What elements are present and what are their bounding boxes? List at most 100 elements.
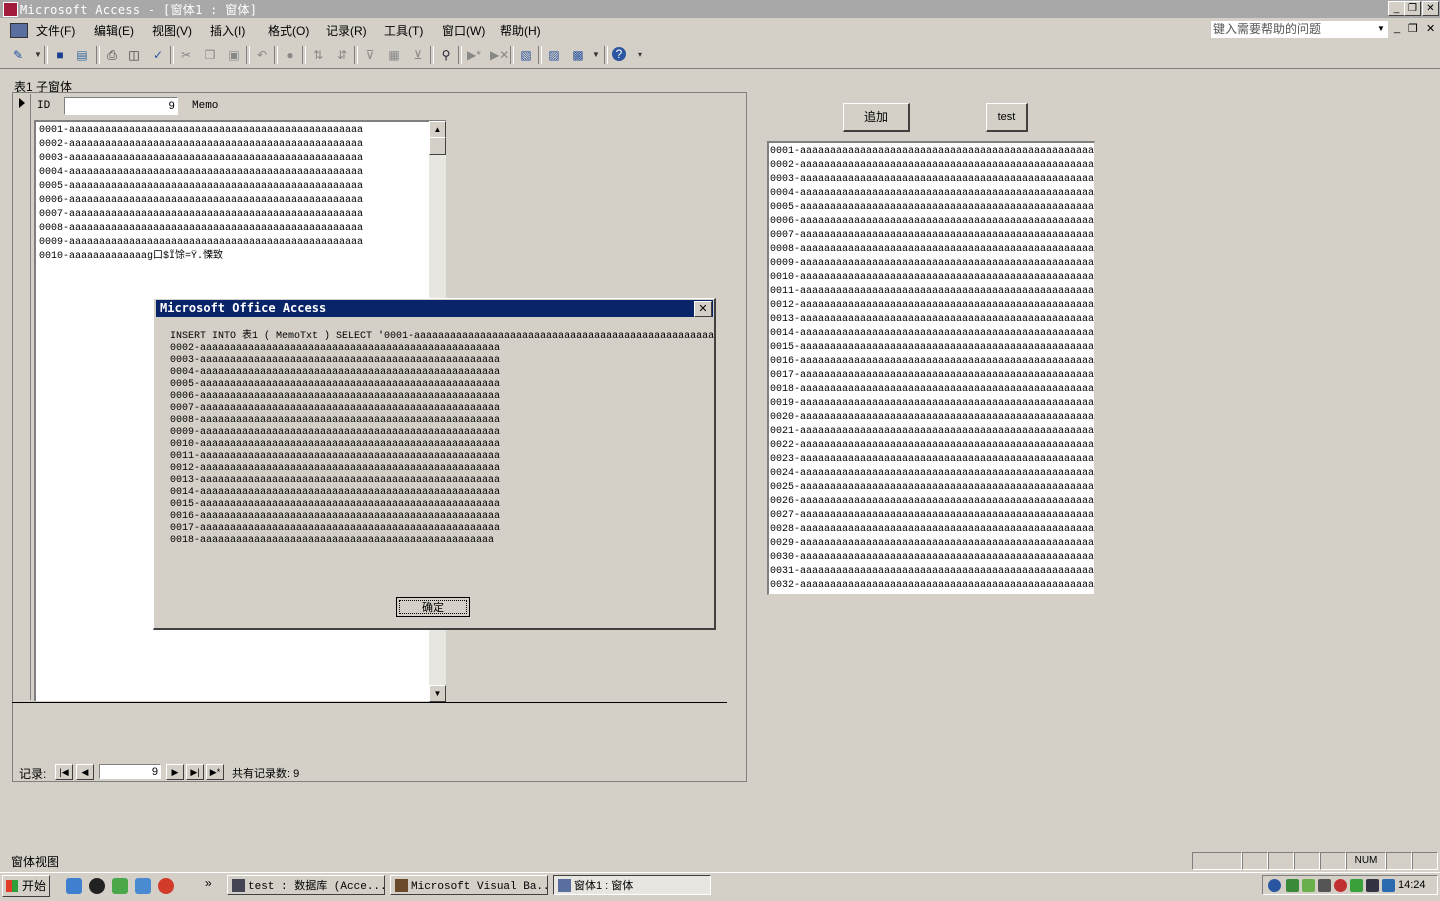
paste-icon[interactable]: ▣ [226,47,242,63]
add-button[interactable]: 追加 [843,103,910,132]
dialog-message-line: 0018-aaaaaaaaaaaaaaaaaaaaaaaaaaaaaaaaaaa… [170,535,495,546]
copy-icon[interactable]: ❐ [202,47,218,63]
record-selector[interactable] [14,94,31,700]
menu-window[interactable]: 窗口(W) [442,22,485,39]
spelling-icon[interactable]: ✓ [150,47,166,63]
quicklaunch-more-icon[interactable]: » [205,876,212,890]
toolbar-options-icon[interactable]: ▾ [632,47,648,63]
messenger-tray-icon[interactable] [1302,879,1315,892]
dialog-message-line: 0016-aaaaaaaaaaaaaaaaaaaaaaaaaaaaaaaaaaa… [170,511,501,522]
menu-edit[interactable]: 编辑(E) [94,22,134,39]
dialog-message-line: 0008-aaaaaaaaaaaaaaaaaaaaaaaaaaaaaaaaaaa… [170,415,501,426]
menu-tools[interactable]: 工具(T) [384,22,423,39]
menu-records[interactable]: 记录(R) [326,22,367,39]
new-record-icon[interactable]: ▶* [466,47,482,63]
help-tray-icon[interactable] [1268,879,1281,892]
access-app-icon[interactable] [3,2,18,17]
status-cell [1192,852,1242,870]
menu-format[interactable]: 格式(O) [268,22,309,39]
scroll-down-icon[interactable]: ▼ [429,685,446,702]
scroll-up-icon[interactable]: ▲ [429,121,446,138]
result-line: 0013-aaaaaaaaaaaaaaaaaaaaaaaaaaaaaaaaaaa… [770,314,1095,325]
weibo-icon[interactable] [158,878,174,894]
menu-view[interactable]: 视图(V) [152,22,192,39]
dialog-close-button[interactable]: ✕ [694,301,712,317]
display-icon[interactable] [1382,879,1395,892]
menu-help[interactable]: 帮助(H) [500,22,541,39]
hyperlink-icon[interactable]: ● [282,47,298,63]
find-icon[interactable]: ⚲ [438,47,454,63]
previous-record-button[interactable]: ◀ [76,764,94,780]
last-record-button[interactable]: ▶| [186,764,204,780]
memo-line: 0007-aaaaaaaaaaaaaaaaaaaaaaaaaaaaaaaaaaa… [39,209,364,220]
task-form[interactable]: 窗体1 : 窗体 [553,875,711,895]
ok-button[interactable]: 确定 [396,597,470,617]
toolbar-separator [44,46,48,64]
result-line: 0012-aaaaaaaaaaaaaaaaaaaaaaaaaaaaaaaaaaa… [770,300,1095,311]
restore-button[interactable]: ❐ [1404,1,1421,16]
status-cell [1294,852,1320,870]
scroll-thumb[interactable] [429,137,446,155]
qq-icon[interactable] [89,878,105,894]
first-record-button[interactable]: |◀ [55,764,73,780]
properties-icon[interactable]: ▧ [518,47,534,63]
sort-ascending-icon[interactable]: ⇅ [310,47,326,63]
task-database[interactable]: test : 数据库 (Acce... [227,875,385,895]
people-icon[interactable] [1318,879,1331,892]
dialog-message-line: 0004-aaaaaaaaaaaaaaaaaaaaaaaaaaaaaaaaaaa… [170,367,501,378]
menu-insert[interactable]: 插入(I) [210,22,245,39]
explorer-icon[interactable] [135,878,151,894]
network-icon[interactable] [1286,879,1299,892]
shield-icon[interactable] [1350,879,1363,892]
help-search-input[interactable]: 键入需要帮助的问题 [1210,20,1389,39]
child-close-button[interactable]: ✕ [1426,22,1435,35]
sort-descending-icon[interactable]: ⇵ [334,47,350,63]
save-icon[interactable]: ■ [52,47,68,63]
id-field[interactable]: 9 [64,97,178,115]
next-record-button[interactable]: ▶ [166,764,184,780]
cut-icon[interactable]: ✂ [178,47,194,63]
result-line: 0028-aaaaaaaaaaaaaaaaaaaaaaaaaaaaaaaaaaa… [770,524,1095,535]
memo-line: 0003-aaaaaaaaaaaaaaaaaaaaaaaaaaaaaaaaaaa… [39,153,364,164]
test-button[interactable]: test [986,103,1028,132]
undo-icon[interactable]: ↶ [254,47,270,63]
new-object-dropdown-icon[interactable]: ▼ [588,47,604,63]
apply-filter-icon[interactable]: ⊻ [410,47,426,63]
database-window-icon[interactable]: ▨ [546,47,562,63]
delete-record-icon[interactable]: ▶✕ [490,47,509,63]
filter-by-selection-icon[interactable]: ⊽ [362,47,378,63]
child-minimize-button[interactable]: _ [1394,22,1400,34]
design-view-icon[interactable]: ✎ [10,47,26,63]
num-lock-indicator: NUM [1346,852,1386,870]
close-button[interactable]: ✕ [1422,1,1439,16]
child-restore-button[interactable]: ❐ [1408,22,1418,35]
ie-icon[interactable] [66,878,82,894]
dialog-message-line: 0002-aaaaaaaaaaaaaaaaaaaaaaaaaaaaaaaaaaa… [170,343,501,354]
new-record-button[interactable]: ▶* [206,764,224,780]
result-textbox[interactable]: 0001-aaaaaaaaaaaaaaaaaaaaaaaaaaaaaaaaaaa… [767,141,1095,595]
minimize-button[interactable]: _ [1388,1,1405,16]
task-vba[interactable]: Microsoft Visual Ba... [390,875,548,895]
print-icon[interactable]: ⎙ [104,47,120,63]
result-line: 0022-aaaaaaaaaaaaaaaaaaaaaaaaaaaaaaaaaaa… [770,440,1095,451]
current-record-input[interactable]: 9 [99,764,161,779]
qq-tray-icon[interactable] [1334,879,1347,892]
file-search-icon[interactable]: ▤ [74,47,90,63]
new-object-icon[interactable]: ▩ [570,47,586,63]
result-line: 0025-aaaaaaaaaaaaaaaaaaaaaaaaaaaaaaaaaaa… [770,482,1095,493]
help-dropdown-icon[interactable]: ▼ [1377,24,1385,33]
print-preview-icon[interactable]: ◫ [126,47,142,63]
vba-icon [395,879,408,892]
toolbar-separator [274,46,278,64]
dialog-message-line: 0014-aaaaaaaaaaaaaaaaaaaaaaaaaaaaaaaaaaa… [170,487,501,498]
messenger-icon[interactable] [112,878,128,894]
form-control-icon[interactable] [10,23,28,38]
filter-by-form-icon[interactable]: ▦ [386,47,402,63]
result-line: 0030-aaaaaaaaaaaaaaaaaaaaaaaaaaaaaaaaaaa… [770,552,1095,563]
taskbar [0,872,1440,901]
id-label: ID [37,100,51,112]
monitor-icon[interactable] [1366,879,1379,892]
help-icon[interactable]: ? [612,47,626,61]
start-button[interactable]: 开始 [2,875,50,897]
menu-file[interactable]: 文件(F) [36,22,75,39]
